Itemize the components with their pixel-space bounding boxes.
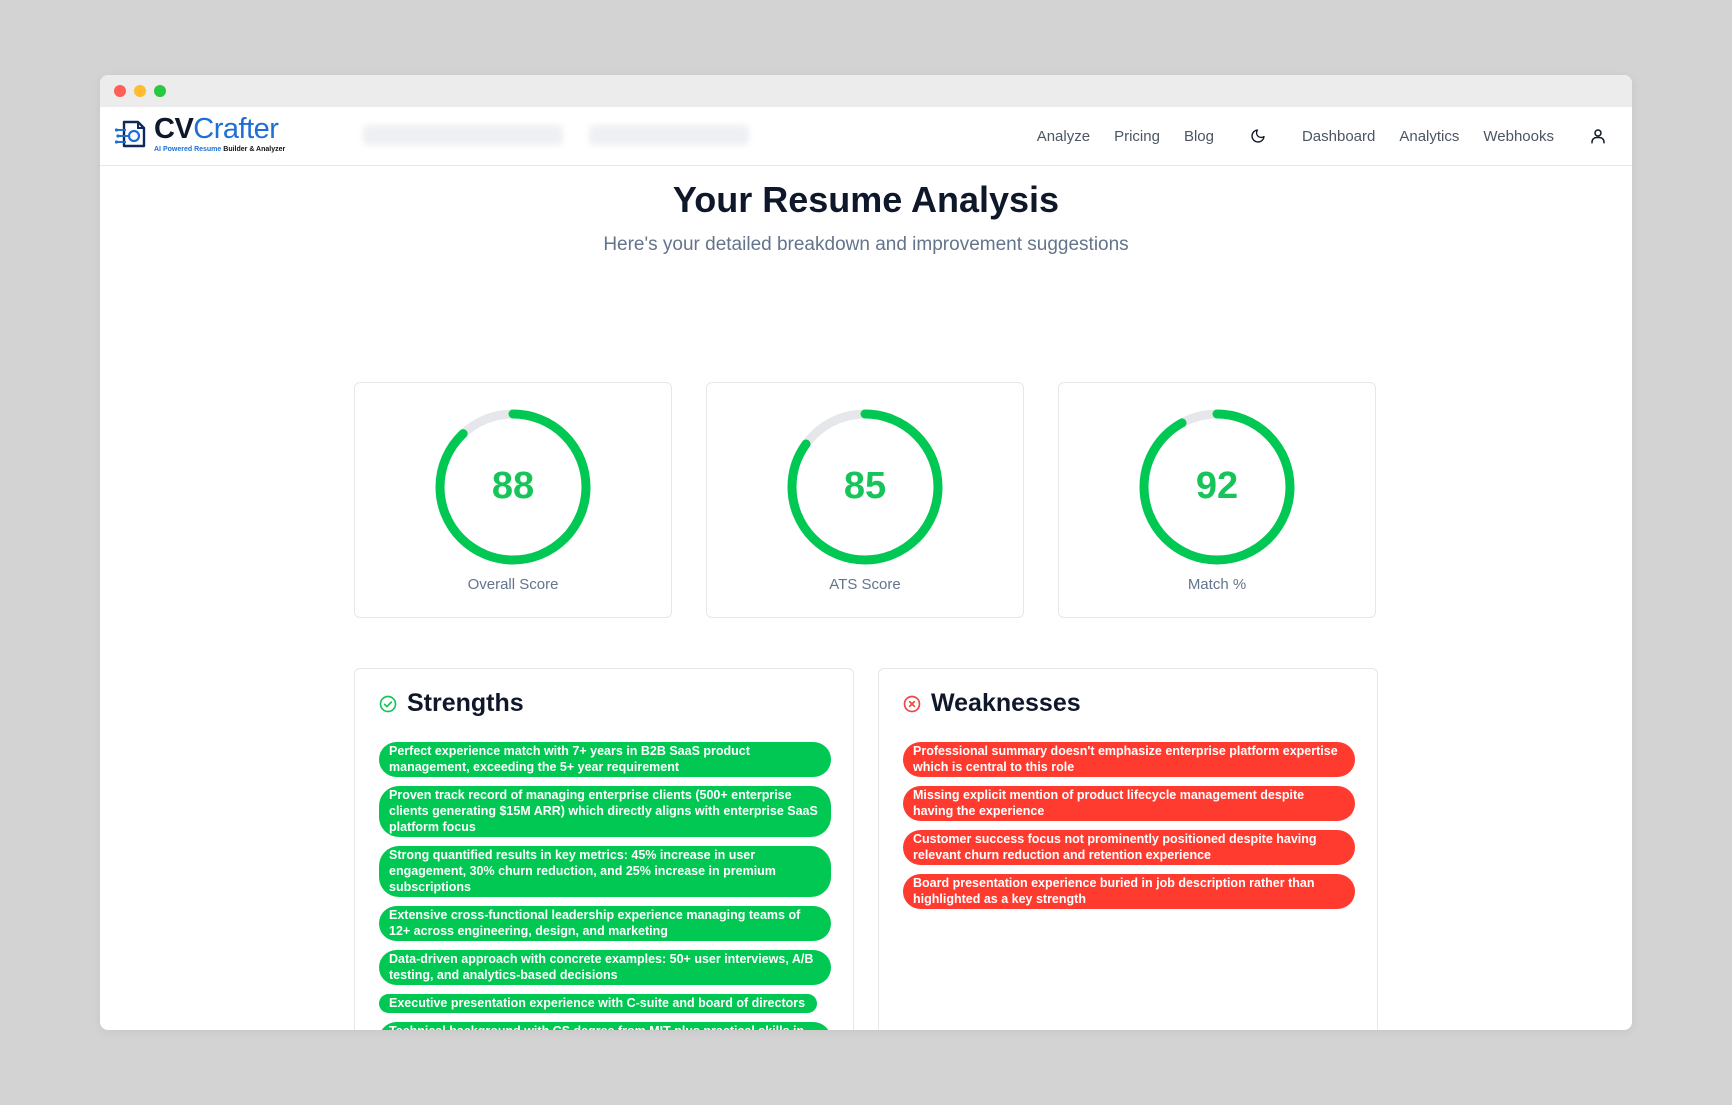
user-icon[interactable] — [1586, 124, 1610, 148]
top-navbar: CVCrafter AI Powered Resume Builder & An… — [100, 107, 1632, 166]
page-subtitle: Here's your detailed breakdown and impro… — [603, 234, 1129, 255]
score-value: 92 — [1195, 465, 1239, 507]
blurred-nav-item — [363, 125, 563, 145]
browser-window: CVCrafter AI Powered Resume Builder & An… — [100, 75, 1632, 1030]
nav-link-webhooks[interactable]: Webhooks — [1483, 128, 1554, 145]
weaknesses-list: Professional summary doesn't emphasize e… — [903, 742, 1355, 909]
weaknesses-title: Weaknesses — [931, 689, 1081, 717]
nav-links: Analyze Pricing Blog Dashboard Analytics… — [1037, 107, 1632, 165]
x-circle-icon — [903, 695, 921, 712]
logo-circuit-icon — [114, 120, 146, 148]
strength-tag: Extensive cross-functional leadership ex… — [379, 906, 831, 941]
score-label: ATS Score — [829, 576, 901, 593]
page-title: Your Resume Analysis — [672, 179, 1060, 220]
score-value: 85 — [843, 465, 887, 507]
weakness-tag: Missing explicit mention of product life… — [903, 786, 1355, 821]
nav-link-pricing[interactable]: Pricing — [1114, 128, 1160, 145]
cvcrafter-logo[interactable]: CVCrafter AI Powered Resume Builder & An… — [114, 115, 285, 153]
score-value: 88 — [491, 465, 535, 507]
score-label: Match % — [1187, 576, 1247, 593]
strength-tag: Proven track record of managing enterpri… — [379, 786, 831, 837]
minimize-window-button[interactable] — [134, 85, 146, 97]
nav-link-analytics[interactable]: Analytics — [1399, 128, 1459, 145]
nav-link-dashboard[interactable]: Dashboard — [1302, 128, 1375, 145]
strengths-card: Strengths Perfect experience match with … — [354, 668, 854, 1030]
strengths-title: Strengths — [407, 689, 524, 717]
strength-tag: Technical background with CS degree from… — [379, 1022, 831, 1030]
weakness-tag: Customer success focus not prominently p… — [903, 830, 1355, 865]
strength-tag: Strong quantified results in key metrics… — [379, 846, 831, 897]
match-score-card: 92 Match % — [1058, 382, 1376, 618]
strengths-list: Perfect experience match with 7+ years i… — [379, 742, 831, 1030]
nav-link-blog[interactable]: Blog — [1184, 128, 1214, 145]
logo-tagline: AI Powered Resume Builder & Analyzer — [154, 146, 286, 153]
strength-tag: Perfect experience match with 7+ years i… — [379, 742, 831, 777]
weakness-tag: Board presentation experience buried in … — [903, 874, 1355, 909]
overall-score-card: 88 Overall Score — [354, 382, 672, 618]
blurred-nav-item — [589, 125, 749, 145]
weaknesses-card: Weaknesses Professional summary doesn't … — [878, 668, 1378, 1030]
maximize-window-button[interactable] — [154, 85, 166, 97]
score-label: Overall Score — [467, 576, 559, 593]
strength-tag: Data-driven approach with concrete examp… — [379, 950, 831, 985]
close-window-button[interactable] — [114, 85, 126, 97]
strength-tag: Executive presentation experience with C… — [379, 994, 818, 1013]
check-circle-icon — [379, 695, 397, 712]
window-titlebar — [100, 75, 1632, 107]
ats-score-card: 85 ATS Score — [706, 382, 1024, 618]
weakness-tag: Professional summary doesn't emphasize e… — [903, 742, 1355, 777]
logo-wordmark: CVCrafter — [154, 113, 279, 145]
nav-link-analyze[interactable]: Analyze — [1037, 128, 1090, 145]
moon-icon[interactable] — [1246, 124, 1270, 148]
